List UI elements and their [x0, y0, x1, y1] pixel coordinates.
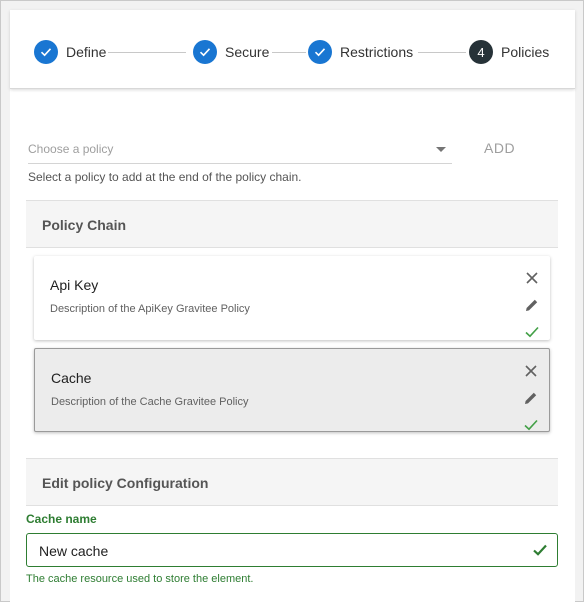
- policy-chain-title: Policy Chain: [42, 217, 127, 233]
- policy-card-cache[interactable]: Cache Description of the Cache Gravitee …: [34, 348, 550, 432]
- edit-icon[interactable]: [523, 390, 539, 406]
- policies-page: Define Secure Restrictions 4 Policies Ch…: [10, 10, 575, 602]
- check-icon: [524, 324, 540, 340]
- policy-name: Cache: [51, 370, 92, 386]
- check-icon: [523, 417, 539, 433]
- step-label: Define: [66, 44, 107, 60]
- edit-config-header: Edit policy Configuration: [26, 458, 558, 506]
- check-icon: [533, 543, 547, 561]
- step-define[interactable]: Define: [34, 38, 106, 66]
- policy-select-placeholder: Choose a policy: [28, 142, 114, 156]
- check-icon: [308, 40, 332, 64]
- close-icon[interactable]: [524, 270, 540, 286]
- stepper-connector: [418, 52, 466, 53]
- policy-select-hint: Select a policy to add at the end of the…: [28, 170, 302, 184]
- policy-select[interactable]: Choose a policy: [28, 136, 452, 164]
- cache-name-label: Cache name: [26, 512, 97, 526]
- step-label: Policies: [501, 44, 550, 60]
- policy-card-api-key[interactable]: Api Key Description of the ApiKey Gravit…: [34, 256, 550, 340]
- step-restrictions[interactable]: Restrictions: [308, 38, 413, 66]
- caret-down-icon: [436, 147, 446, 152]
- step-policies[interactable]: 4 Policies: [469, 38, 549, 66]
- wizard-stepper: Define Secure Restrictions 4 Policies: [10, 10, 575, 89]
- cache-name-hint: The cache resource used to store the ele…: [26, 573, 254, 585]
- policy-name: Api Key: [50, 277, 99, 293]
- policy-description: Description of the ApiKey Gravitee Polic…: [50, 303, 250, 315]
- stepper-connector: [272, 52, 306, 53]
- app-frame: Define Secure Restrictions 4 Policies Ch…: [0, 0, 584, 602]
- step-secure[interactable]: Secure: [193, 38, 269, 66]
- step-label: Restrictions: [340, 44, 414, 60]
- edit-icon[interactable]: [524, 297, 540, 313]
- check-icon: [34, 40, 58, 64]
- cache-name-field[interactable]: [26, 533, 558, 567]
- stepper-connector: [108, 52, 186, 53]
- step-label: Secure: [225, 44, 270, 60]
- edit-config-title: Edit policy Configuration: [42, 475, 209, 491]
- add-policy-button[interactable]: ADD: [484, 140, 528, 156]
- cache-name-input[interactable]: [39, 543, 509, 559]
- policy-description: Description of the Cache Gravitee Policy: [51, 396, 249, 408]
- policy-chain-header: Policy Chain: [26, 200, 558, 248]
- step-number: 4: [469, 40, 493, 64]
- close-icon[interactable]: [523, 363, 539, 379]
- check-icon: [193, 40, 217, 64]
